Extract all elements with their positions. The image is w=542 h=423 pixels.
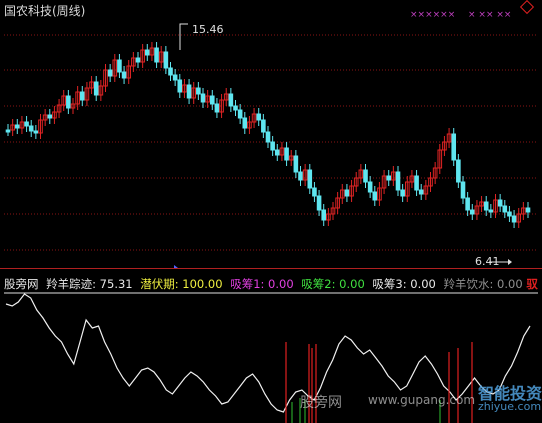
candle-body: [233, 105, 238, 111]
candle-body: [344, 189, 350, 197]
candle-body: [5, 129, 11, 133]
candle-body: [367, 181, 373, 193]
candle-body: [483, 201, 489, 211]
candle-body: [135, 57, 141, 63]
candle-body: [451, 133, 457, 161]
candle-body: [307, 169, 313, 189]
candle-body: [261, 119, 266, 133]
candle-body: [228, 93, 234, 107]
candle-body: [144, 49, 150, 56]
candle-body: [400, 189, 405, 197]
candle-body: [256, 113, 262, 121]
candle-body: [117, 59, 122, 73]
candle-body: [363, 169, 368, 183]
candle-body: [47, 114, 53, 119]
candle-body: [372, 191, 378, 201]
candle-body: [209, 95, 215, 105]
candle-body: [66, 95, 71, 109]
candle-body: [469, 209, 475, 215]
candle-body: [14, 124, 20, 129]
candle-body: [460, 181, 466, 199]
candle-body: [28, 125, 34, 132]
watermark-site: www.gupang.com: [368, 393, 476, 407]
high-marker-line: [179, 23, 188, 50]
candle-body: [298, 171, 303, 181]
candle-body: [196, 87, 201, 95]
candle-body: [507, 211, 512, 217]
candle-body: [497, 199, 503, 207]
candle-body: [265, 131, 271, 143]
candle-body: [270, 141, 275, 151]
candle-body: [33, 130, 39, 134]
watermark-brand-site: zhiyue.com: [478, 400, 542, 413]
candle-body: [511, 215, 517, 223]
arrow-icon: [508, 259, 512, 265]
candle-body: [274, 149, 280, 156]
candle-body: [79, 91, 85, 101]
candle-body: [465, 197, 470, 211]
candle-body: [93, 81, 99, 96]
high-price-label: 15.46: [192, 23, 224, 36]
candle-body: [488, 209, 494, 213]
candle-body: [418, 189, 424, 195]
candle-body: [168, 67, 173, 76]
candle-body: [525, 207, 531, 213]
low-price-label: 6.41: [475, 255, 500, 268]
candle-body: [386, 175, 392, 181]
candle-body: [293, 155, 299, 173]
candle-body: [154, 47, 159, 63]
candle-body: [107, 69, 113, 77]
candle-body: [214, 103, 220, 113]
candle-body: [237, 109, 243, 119]
candle-body: [186, 84, 192, 99]
candle-body: [395, 171, 401, 191]
candle-body: [414, 175, 419, 191]
price-chart[interactable]: [0, 0, 542, 268]
candle-body: [200, 93, 206, 103]
candle-body: [284, 147, 289, 161]
candle-body: [172, 74, 178, 81]
candle-body: [242, 117, 248, 129]
candle-body: [321, 209, 327, 221]
candle-body: [163, 51, 169, 69]
candle-body: [312, 187, 317, 197]
candle-body: [316, 195, 322, 211]
candle-body: [456, 159, 461, 183]
candle-body: [121, 71, 127, 79]
candle-body: [502, 205, 508, 213]
candle-body: [24, 121, 29, 127]
candle-body: [177, 79, 183, 93]
pane-divider[interactable]: [0, 268, 542, 269]
watermark-left: 股旁网: [300, 395, 342, 411]
